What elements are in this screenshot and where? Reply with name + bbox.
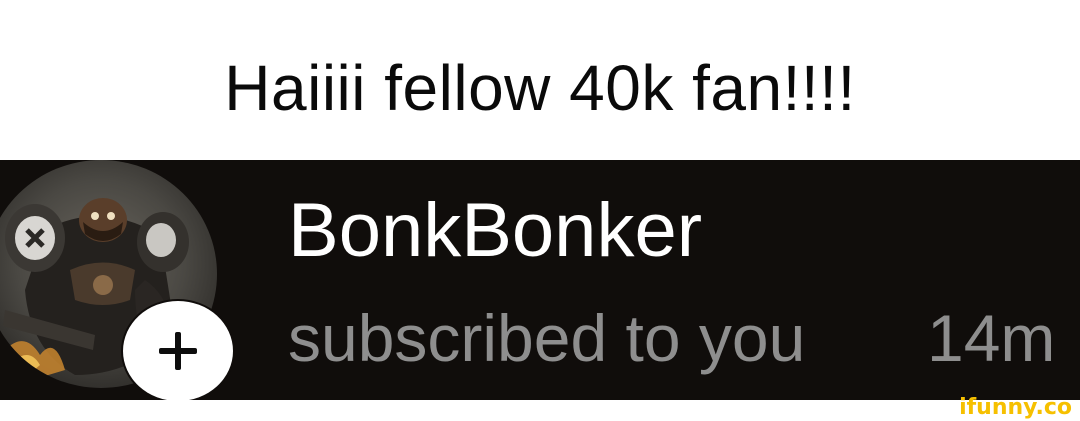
notification-username[interactable]: BonkBonker [288, 188, 702, 274]
caption-panel: Haiiii fellow 40k fan!!!! [0, 0, 1080, 160]
add-friend-button[interactable] [123, 301, 233, 400]
bottom-strip [0, 400, 1080, 421]
plus-icon [159, 332, 197, 370]
notification-timestamp: 14m [927, 301, 1056, 375]
caption-text: Haiiii fellow 40k fan!!!! [224, 52, 856, 124]
subscriber-notification[interactable]: BonkBonker subscribed to you 14m [0, 160, 1080, 400]
meme-image: Haiiii fellow 40k fan!!!! BonkBonker sub… [0, 0, 1080, 421]
ifunny-watermark: ifunny.co [959, 395, 1072, 420]
notification-message: subscribed to you [288, 301, 806, 375]
